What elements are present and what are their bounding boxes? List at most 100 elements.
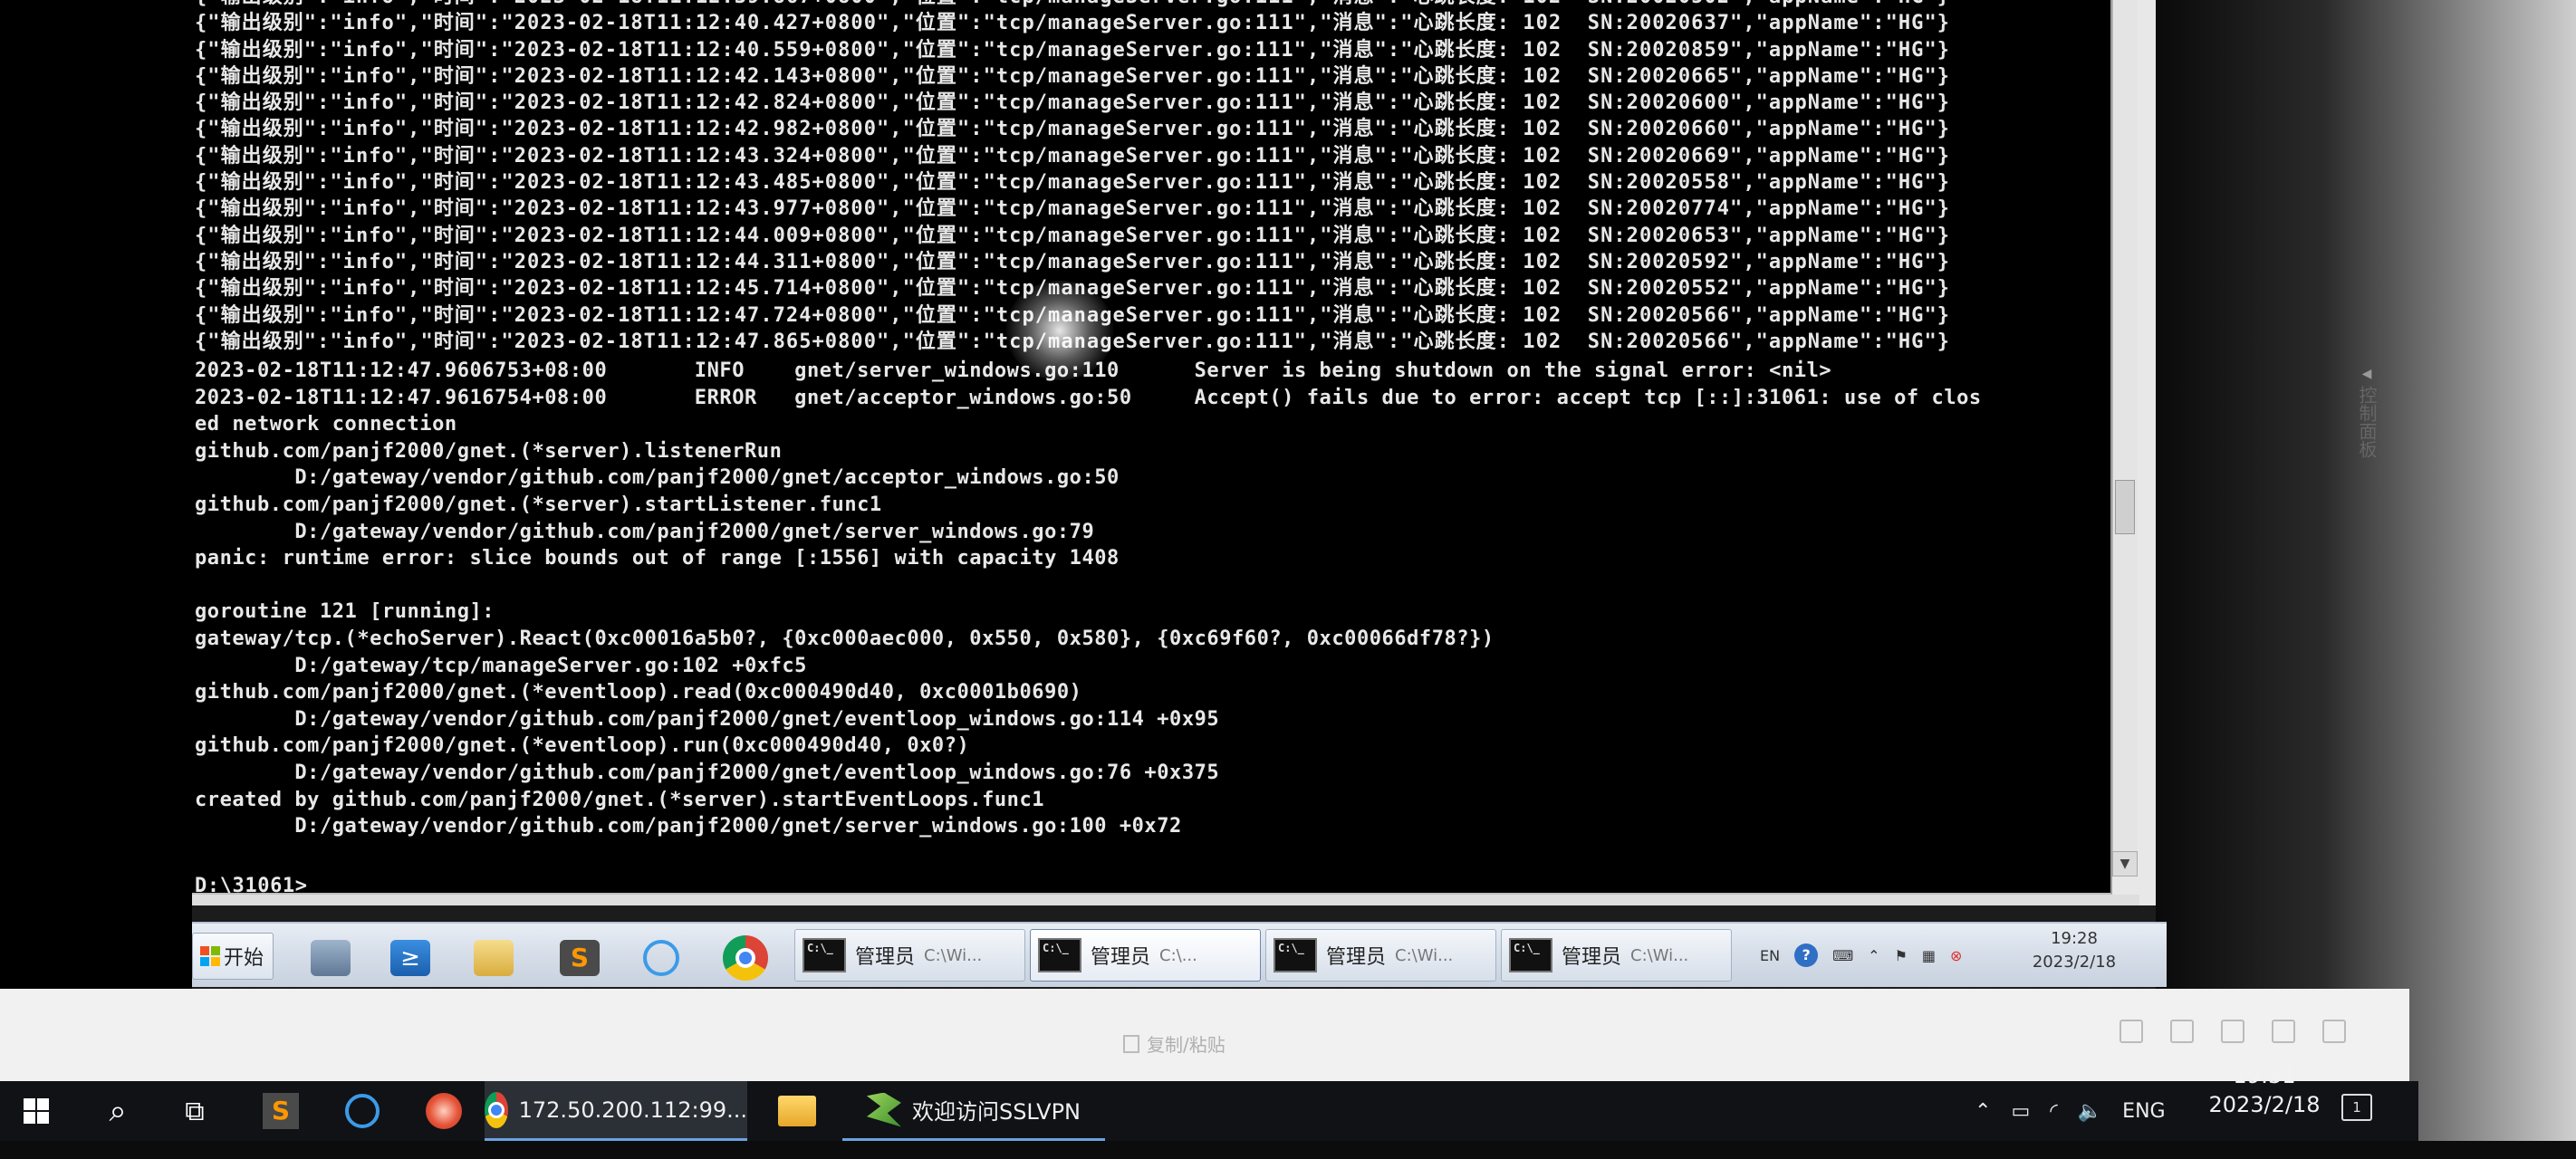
- notification-center-icon[interactable]: 1: [2341, 1094, 2372, 1121]
- console-line: 2023-02-18T11:12:47.9616754+08:00 ERROR …: [195, 386, 1982, 409]
- console-line: created by github.com/panjf2000/gnet.(*s…: [195, 788, 1045, 811]
- console-line: {"输出级别":"info","时间":"2023-02-18T11:12:39…: [195, 0, 1950, 10]
- console-line: {"输出级别":"info","时间":"2023-02-18T11:12:42…: [195, 118, 1951, 141]
- sublime-text-taskbar-icon[interactable]: S: [245, 1081, 317, 1141]
- help-icon[interactable]: ?: [1794, 943, 1819, 967]
- console-line: {"输出级别":"info","时间":"2023-02-18T11:12:47…: [195, 303, 1951, 327]
- taskbar-cmd-window-4[interactable]: C:\_ 管理员 C:\Wi...: [1501, 929, 1732, 982]
- console-line: {"输出级别":"info","时间":"2023-02-18T11:12:42…: [195, 64, 1951, 88]
- console-line: D:/gateway/vendor/github.com/panjf2000/g…: [195, 761, 1220, 784]
- cmd-icon: C:\_: [1509, 938, 1552, 972]
- command-prompt[interactable]: D:\31061>: [195, 875, 322, 893]
- scroll-down-arrow-icon[interactable]: ▼: [2112, 851, 2138, 876]
- clipboard-icon: [1123, 1034, 1139, 1053]
- console-line: {"输出级别":"info","时间":"2023-02-18T11:12:47…: [195, 330, 1951, 353]
- task-subtitle: C:\Wi...: [1630, 945, 1689, 965]
- monitor-bezel-left: [0, 0, 192, 1012]
- console-line: {"输出级别":"info","时间":"2023-02-18T11:12:43…: [195, 197, 1951, 221]
- language-indicator[interactable]: EN: [1760, 947, 1780, 964]
- console-line: D:/gateway/vendor/github.com/panjf2000/g…: [195, 466, 1120, 490]
- search-icon[interactable]: ⌕: [82, 1081, 154, 1141]
- console-line: github.com/panjf2000/gnet.(*server).star…: [195, 493, 882, 516]
- remote-clock-date: 2023/2/18: [2032, 953, 2117, 972]
- console-window[interactable]: {"输出级别":"info","时间":"2023-02-18T11:12:39…: [192, 0, 2112, 895]
- swirl-app-icon[interactable]: [408, 1081, 480, 1141]
- console-horizontal-scrollbar[interactable]: [192, 895, 2139, 905]
- explorer-folder-icon[interactable]: [466, 933, 521, 983]
- task-title: 管理员: [855, 946, 916, 969]
- window-icon[interactable]: [2170, 1020, 2194, 1043]
- local-language-indicator[interactable]: ENG: [2122, 1100, 2165, 1123]
- console-scrollbar[interactable]: [2112, 0, 2138, 876]
- chrome-icon[interactable]: [718, 933, 773, 983]
- remote-clock[interactable]: 19:28 2023/2/18: [2024, 927, 2124, 974]
- windows-flag-icon: [200, 946, 220, 966]
- monitor-bottom-bezel: [0, 1141, 2576, 1159]
- taskbar-cmd-window-2[interactable]: C:\_ 管理员 C:\...: [1030, 929, 1261, 982]
- windows-logo-icon: [24, 1098, 49, 1124]
- console-line: D:/gateway/vendor/github.com/panjf2000/g…: [195, 520, 1095, 543]
- pointer-icon[interactable]: [2119, 1020, 2143, 1043]
- chrome-icon: [485, 1091, 508, 1128]
- flag-icon[interactable]: ⚑: [1895, 947, 1908, 964]
- fullscreen-icon[interactable]: [2322, 1020, 2346, 1043]
- console-line: {"输出级别":"info","时间":"2023-02-18T11:12:42…: [195, 91, 1951, 115]
- console-line: D:/gateway/vendor/github.com/panjf2000/g…: [195, 707, 1220, 731]
- console-line: panic: runtime error: slice bounds out o…: [195, 547, 1120, 570]
- log-json-lines: {"输出级别":"info","时间":"2023-02-18T11:12:39…: [195, 0, 1950, 355]
- console-line: {"输出级别":"info","时间":"2023-02-18T11:12:40…: [195, 38, 1951, 62]
- cmd-icon: C:\_: [1274, 938, 1317, 972]
- restore-icon[interactable]: [2272, 1020, 2295, 1043]
- disconnected-icon[interactable]: ⊗: [1950, 947, 1962, 964]
- console-line: {"输出级别":"info","时间":"2023-02-18T11:12:43…: [195, 144, 1951, 168]
- wifi-icon[interactable]: ◜: [2050, 1100, 2058, 1123]
- task-view-icon[interactable]: ⧉: [159, 1081, 231, 1141]
- console-line: {"输出级别":"info","时间":"2023-02-18T11:12:43…: [195, 171, 1951, 195]
- rdp-copy-paste-button[interactable]: 复制/粘贴: [1123, 1030, 1226, 1057]
- sublime-text-icon[interactable]: S: [553, 933, 607, 983]
- local-clock-time: 19:31: [2233, 1063, 2296, 1088]
- show-hidden-icons-icon[interactable]: ⌃: [1975, 1100, 1991, 1123]
- console-line: D:/gateway/vendor/github.com/panjf2000/g…: [195, 815, 1182, 838]
- taskbar-cmd-window-3[interactable]: C:\_ 管理员 C:\Wi...: [1265, 929, 1496, 982]
- task-title: 管理员: [1091, 946, 1151, 969]
- local-start-button[interactable]: [0, 1081, 72, 1141]
- sslvpn-icon: [866, 1092, 901, 1127]
- network-share-icon[interactable]: [2221, 1020, 2244, 1043]
- tray-expand-icon[interactable]: ⌃: [1868, 947, 1879, 964]
- file-explorer-icon[interactable]: [761, 1081, 833, 1141]
- server-manager-icon[interactable]: [303, 933, 358, 983]
- console-line: {"输出级别":"info","时间":"2023-02-18T11:12:44…: [195, 250, 1951, 273]
- feiq-messenger-icon[interactable]: [634, 933, 688, 983]
- sslvpn-taskbar-item[interactable]: 欢迎访问SSLVPN: [842, 1081, 1105, 1141]
- taskbar-cmd-window-1[interactable]: C:\_ 管理员 C:\Wi...: [794, 929, 1025, 982]
- remote-start-button[interactable]: 开始: [192, 933, 274, 980]
- local-clock[interactable]: 19:31 2023/2/18: [2192, 1061, 2337, 1119]
- chrome-taskbar-item[interactable]: 172.50.200.112:99...: [485, 1081, 747, 1141]
- console-scroll-thumb[interactable]: [2115, 480, 2135, 534]
- keyboard-icon[interactable]: ⌨: [1832, 947, 1853, 964]
- console-line: goroutine 121 [running]:: [195, 600, 495, 624]
- powershell-icon[interactable]: ≥: [383, 933, 437, 983]
- battery-icon[interactable]: ▭: [2011, 1100, 2030, 1123]
- start-label: 开始: [224, 947, 264, 970]
- feiq-taskbar-icon[interactable]: [326, 1081, 399, 1141]
- console-line: {"输出级别":"info","时间":"2023-02-18T11:12:44…: [195, 224, 1951, 247]
- collapse-arrow-icon: ◀: [2361, 367, 2372, 381]
- cmd-icon: C:\_: [1038, 938, 1081, 972]
- console-line: github.com/panjf2000/gnet.(*eventloop).r…: [195, 681, 1082, 704]
- chrome-tab-label: 172.50.200.112:99...: [518, 1097, 747, 1123]
- rdp-control-panel-label[interactable]: ◀ 控制面板: [2353, 362, 2380, 464]
- rdp-toolbar-icons: [2119, 1020, 2346, 1043]
- monitor-bezel-right: [2156, 0, 2576, 1159]
- task-subtitle: C:\Wi...: [924, 945, 983, 965]
- console-line: github.com/panjf2000/gnet.(*eventloop).r…: [195, 734, 970, 758]
- sslvpn-tab-label: 欢迎访问SSLVPN: [911, 1099, 1081, 1125]
- local-clock-date: 2023/2/18: [2208, 1092, 2321, 1117]
- network-icon[interactable]: ▦: [1922, 947, 1936, 964]
- volume-icon[interactable]: 🔈: [2078, 1100, 2102, 1123]
- console-line: gateway/tcp.(*echoServer).React(0xc00016…: [195, 627, 1495, 650]
- notification-count: 1: [2352, 1099, 2361, 1116]
- task-subtitle: C:\Wi...: [1395, 945, 1454, 965]
